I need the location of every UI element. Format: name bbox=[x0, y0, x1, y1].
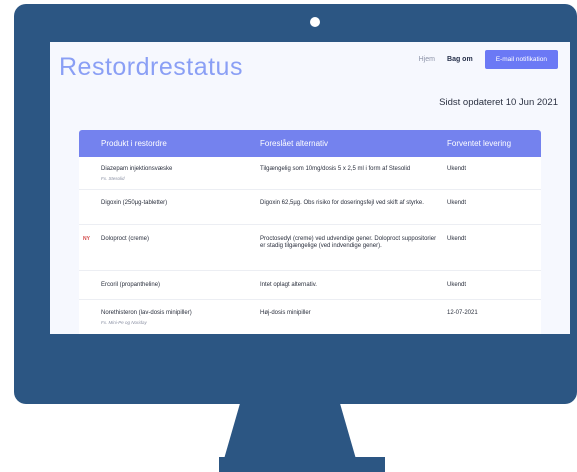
monitor-stand-neck bbox=[224, 404, 356, 459]
product-example: Fx. Mini-Pe og Noriday bbox=[101, 320, 147, 325]
product-example: Fx. Stesolid bbox=[101, 176, 125, 181]
site-title: Restordrestatus bbox=[59, 53, 243, 81]
alternative-text: Proctosedyl (creme) ved udvendige gener.… bbox=[260, 236, 437, 249]
table-row: NY Doloproct (creme) Proctosedyl (creme)… bbox=[79, 225, 541, 271]
alternative-text: Høj-dosis minipiller bbox=[260, 310, 311, 316]
header-product: Produkt i restordre bbox=[101, 139, 167, 148]
product-name: Doloproct (creme) bbox=[101, 236, 150, 242]
screen: Restordrestatus Hjem Bag om E-mail notif… bbox=[50, 42, 570, 334]
header-delivery: Forventet levering bbox=[447, 139, 512, 148]
table-row: Diazepam injektionsvæske Fx. Stesolid Ti… bbox=[79, 157, 541, 190]
monitor-stand-base bbox=[219, 457, 385, 472]
email-notification-button[interactable]: E-mail notifikation bbox=[484, 50, 558, 69]
table-header: Produkt i restordre Foreslået alternativ… bbox=[79, 130, 541, 157]
header-alternative: Foreslået alternativ bbox=[260, 139, 329, 148]
nav-about-link[interactable]: Bag om bbox=[447, 56, 473, 63]
restorder-table: Produkt i restordre Foreslået alternativ… bbox=[79, 130, 541, 334]
alternative-text: Intet oplagt alternativ. bbox=[260, 282, 317, 288]
table-row: Ercoril (propantheline) Intet oplagt alt… bbox=[79, 271, 541, 300]
delivery-text: 12-07-2021 bbox=[447, 310, 478, 316]
table-row: Digoxin (250µg-tabletter) Digoxin 62,5µg… bbox=[79, 190, 541, 225]
product-name: Digoxin (250µg-tabletter) bbox=[101, 200, 168, 206]
alternative-text: Digoxin 62,5µg. Obs risiko for doserings… bbox=[260, 200, 424, 206]
delivery-text: Ukendt bbox=[447, 166, 467, 172]
product-name: Norethisteron (lav-dosis minipiller) bbox=[101, 310, 192, 316]
alternative-text: Tilgængelig som 10mg/dosis 5 x 2,5 ml i … bbox=[260, 166, 411, 172]
table-row: Norethisteron (lav-dosis minipiller) Fx.… bbox=[79, 300, 541, 334]
delivery-text: Ukendt bbox=[447, 236, 467, 242]
product-name: Diazepam injektionsvæske bbox=[101, 166, 173, 172]
delivery-text: Ukendt bbox=[447, 200, 467, 206]
delivery-text: Ukendt bbox=[447, 282, 467, 288]
top-nav: Hjem Bag om E-mail notifikation bbox=[419, 50, 558, 69]
monitor-frame: Restordrestatus Hjem Bag om E-mail notif… bbox=[14, 4, 577, 404]
new-badge: NY bbox=[83, 236, 90, 242]
nav-home-link[interactable]: Hjem bbox=[419, 56, 435, 63]
webcam-dot bbox=[310, 17, 320, 27]
product-name: Ercoril (propantheline) bbox=[101, 282, 161, 288]
last-updated: Sidst opdateret 10 Jun 2021 bbox=[439, 97, 558, 108]
